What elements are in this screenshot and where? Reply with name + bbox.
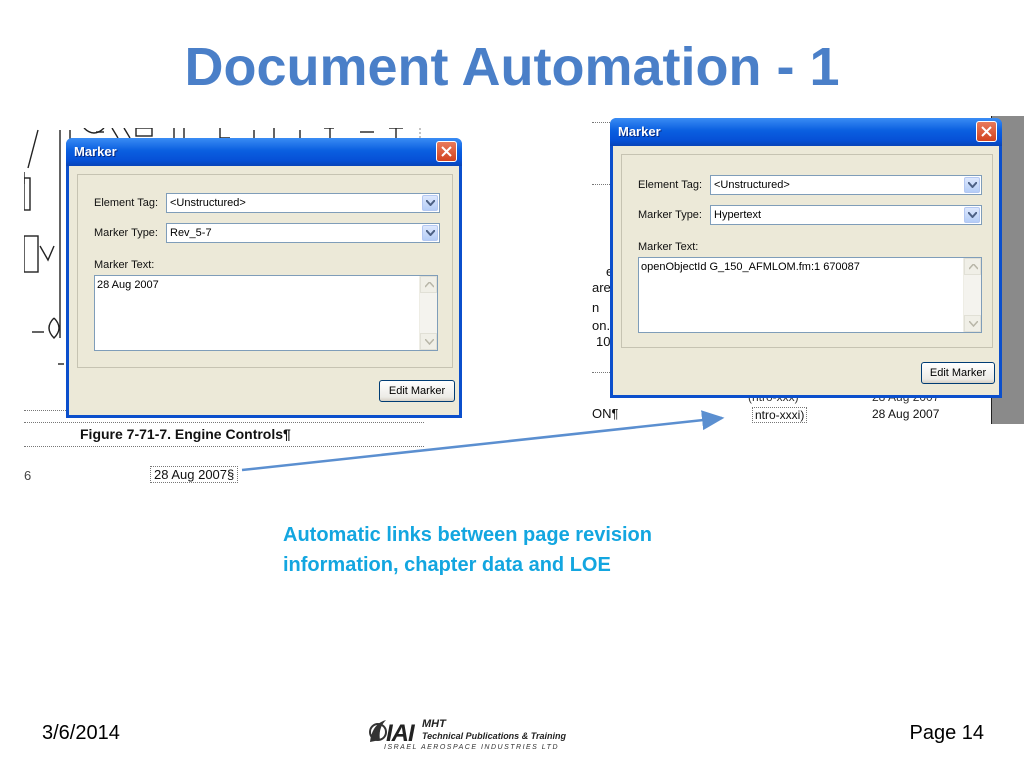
page-number: Page 14 — [909, 722, 984, 744]
link-arrow-icon — [241, 410, 725, 472]
logo-line3: ISRAEL AEROSPACE INDUSTRIES LTD — [384, 744, 559, 751]
company-logo: IAI MHT Technical Publications & Trainin… — [366, 712, 566, 754]
caption-line: information, chapter data and LOE — [283, 554, 611, 576]
logo-line2: Technical Publications & Training — [422, 731, 567, 741]
footer-date: 3/6/2014 — [42, 722, 120, 744]
slide-caption: Automatic links between page revision in… — [283, 520, 803, 580]
caption-line: Automatic links between page revision — [283, 524, 652, 546]
logo-line1: MHT — [422, 718, 446, 730]
